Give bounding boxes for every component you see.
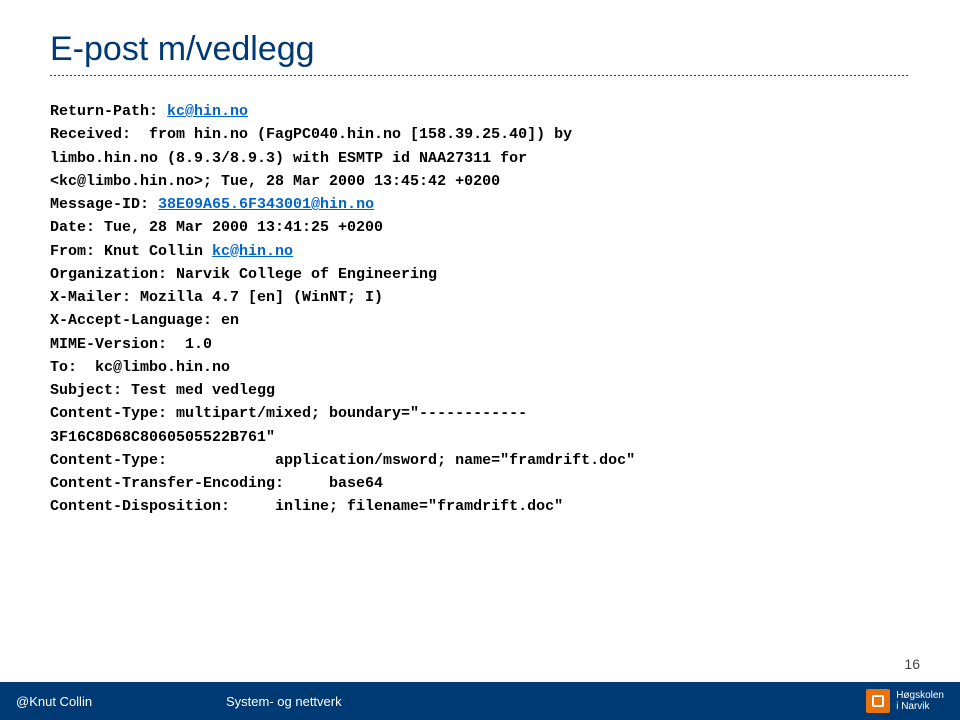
footer-bar: @Knut Collin System- og nettverk Høgskol… [0,682,960,720]
title-underline [50,75,910,76]
logo-text-line1: Høgskolen [896,690,944,701]
line-received-3: <kc@limbo.hin.no>; Tue, 28 Mar 2000 13:4… [50,173,500,190]
link-return-path[interactable]: kc@hin.no [167,103,248,120]
line-mime-version: MIME-Version: 1.0 [50,336,212,353]
line-to: To: kc@limbo.hin.no [50,359,230,376]
logo-text-line2: i Narvik [896,701,944,712]
line-return-path: Return-Path: [50,103,167,120]
line-disposition: Content-Disposition: inline; filename="f… [50,498,563,515]
line-content-type-2: Content-Type: application/msword; name="… [50,452,635,469]
logo-text: Høgskolen i Narvik [896,690,944,712]
line-organization: Organization: Narvik College of Engineer… [50,266,437,283]
line-accept-language: X-Accept-Language: en [50,312,239,329]
footer-author: @Knut Collin [16,694,226,709]
line-transfer-encoding: Content-Transfer-Encoding: base64 [50,475,383,492]
line-content-type-1: Content-Type: multipart/mixed; boundary=… [50,405,527,422]
line-message-id-label: Message-ID: [50,196,158,213]
line-boundary: 3F16C8D68C8060505522B761" [50,429,275,446]
line-received-1: Received: from hin.no (FagPC040.hin.no [… [50,126,572,143]
footer-logo: Høgskolen i Narvik [866,689,944,713]
link-message-id[interactable]: 38E09A65.6F343001@hin.no [158,196,374,213]
footer-course: System- og nettverk [226,694,866,709]
page-title: E-post m/vedlegg [50,30,910,69]
line-subject: Subject: Test med vedlegg [50,382,275,399]
line-from-label: From: Knut Collin [50,243,212,260]
slide: E-post m/vedlegg Return-Path: kc@hin.no … [0,0,960,720]
line-received-2: limbo.hin.no (8.9.3/8.9.3) with ESMTP id… [50,150,527,167]
email-headers: Return-Path: kc@hin.no Received: from hi… [50,100,910,519]
page-number: 16 [904,656,920,672]
logo-icon [866,689,890,713]
line-x-mailer: X-Mailer: Mozilla 4.7 [en] (WinNT; I) [50,289,383,306]
link-from[interactable]: kc@hin.no [212,243,293,260]
line-date: Date: Tue, 28 Mar 2000 13:41:25 +0200 [50,219,383,236]
logo-icon-inner [872,695,884,707]
